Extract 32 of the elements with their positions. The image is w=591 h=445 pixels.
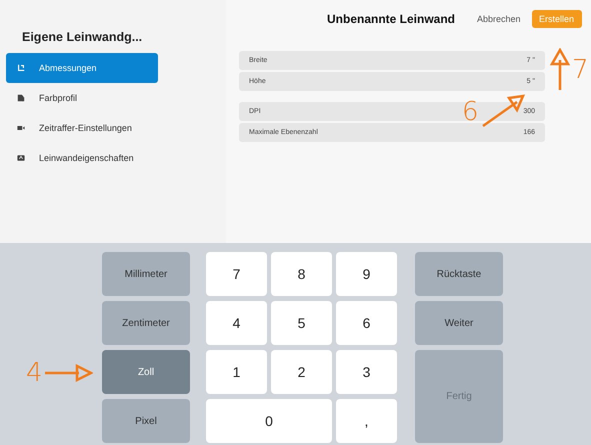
canvas-icon bbox=[17, 154, 25, 162]
document-stack-icon bbox=[17, 94, 25, 102]
digit-key[interactable]: 2 bbox=[271, 350, 332, 394]
digit-key[interactable]: 5 bbox=[271, 301, 332, 345]
digit-key[interactable]: 0 bbox=[206, 399, 332, 443]
annotation-number: 7 bbox=[572, 57, 589, 83]
digit-key[interactable]: , bbox=[336, 399, 397, 443]
canvas-title: Unbenannte Leinwand bbox=[327, 12, 456, 26]
digit-key[interactable]: 4 bbox=[206, 301, 267, 345]
digit-key[interactable]: 7 bbox=[206, 252, 267, 296]
sidebar-title: Eigene Leinwandg... bbox=[22, 30, 144, 44]
unit-key[interactable]: Millimeter bbox=[102, 252, 190, 296]
digit-key[interactable]: 8 bbox=[271, 252, 332, 296]
action-key[interactable]: Rücktaste bbox=[415, 252, 503, 296]
annotation-arrow-icon bbox=[42, 363, 93, 383]
digit-key[interactable]: 6 bbox=[336, 301, 397, 345]
sidebar-item[interactable]: Farbprofil bbox=[6, 83, 158, 113]
crop-corner-icon bbox=[17, 64, 25, 72]
unit-key[interactable]: Pixel bbox=[102, 399, 190, 443]
digit-key[interactable]: 3 bbox=[336, 350, 397, 394]
annotation-arrow-icon bbox=[548, 48, 572, 92]
video-camera-icon bbox=[17, 124, 25, 132]
unit-key[interactable]: Zoll bbox=[102, 350, 190, 394]
sidebar-item[interactable]: Leinwandeigenschaften bbox=[6, 143, 158, 173]
sidebar-item[interactable]: Abmessungen bbox=[6, 53, 158, 83]
action-key[interactable]: Weiter bbox=[415, 301, 503, 345]
annotation-number: 4 bbox=[26, 360, 43, 386]
cancel-button[interactable]: Abbrechen bbox=[477, 14, 521, 24]
digit-key[interactable]: 9 bbox=[336, 252, 397, 296]
unit-key[interactable]: Zentimeter bbox=[102, 301, 190, 345]
sidebar-item[interactable]: Zeitraffer-Einstellungen bbox=[6, 113, 158, 143]
digit-key[interactable]: 1 bbox=[206, 350, 267, 394]
